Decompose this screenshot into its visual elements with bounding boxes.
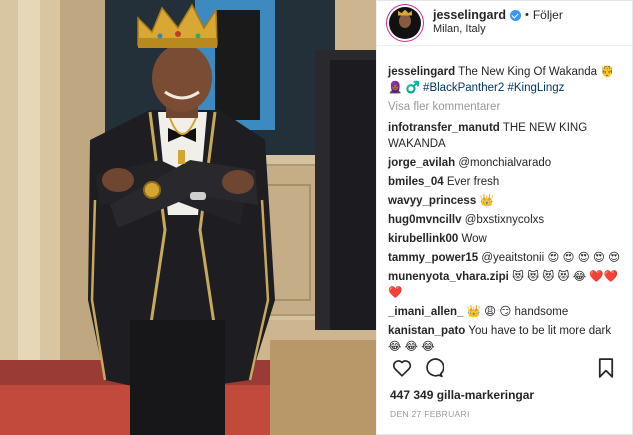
comment-username[interactable]: infotransfer_manutd — [388, 122, 500, 134]
post-photo[interactable] — [0, 0, 376, 435]
hashtag-link[interactable]: #BlackPanther2 — [423, 82, 504, 94]
comment-item: infotransfer_manutd THE NEW KING WAKANDA — [388, 120, 624, 152]
comment-username[interactable]: hug0mvncillv — [388, 214, 462, 226]
comment-text: Wow — [461, 233, 487, 245]
comment-item: jorge_avilah @monchialvarado — [388, 155, 624, 171]
comment-item: tammy_power15 @yeaitstonii 😍 😍 😍 😍 😍 — [388, 250, 624, 266]
comment-text: Ever fresh — [446, 176, 500, 188]
crown-icon — [398, 9, 412, 16]
heart-icon[interactable] — [392, 358, 412, 377]
likes-count[interactable]: 447 349 gilla-markeringar — [390, 388, 534, 402]
caption-emoji: 🧕🏾 ♂️ — [388, 82, 420, 94]
comment-item: wavyy_princess 👑 — [388, 193, 624, 209]
caption-username[interactable]: jesselingard — [388, 66, 455, 78]
speech-bubble-icon[interactable] — [424, 358, 444, 378]
header-row: jesselingard • Följer — [433, 8, 563, 24]
comments-list: jesselingard The New King Of Wakanda 🤴 🧕… — [388, 64, 624, 358]
avatar[interactable] — [389, 6, 421, 39]
follow-button[interactable]: Följer — [533, 8, 563, 23]
comment-username[interactable]: kirubellink00 — [388, 233, 458, 245]
comment-username[interactable]: munenyota_vhara.zipi — [388, 271, 509, 283]
header-info: jesselingard • Följer Milan, Italy — [433, 8, 563, 37]
hashtag-link[interactable]: #KingLingz — [507, 82, 564, 94]
comment-item: bmiles_04 Ever fresh — [388, 174, 624, 190]
caption-text: The New King Of Wakanda 🤴 — [458, 66, 615, 78]
post-image — [0, 0, 376, 435]
avatar-head-shape — [399, 13, 411, 28]
comment-item: hug0mvncillv @bxstixnycolxs — [388, 212, 624, 228]
comment-username[interactable]: tammy_power15 — [388, 252, 478, 264]
verified-badge-icon — [509, 10, 521, 22]
comment-text: 👑 😩 😏 handsome — [466, 306, 569, 318]
post-date[interactable]: DEN 27 FEBRUARI — [390, 409, 470, 419]
comment-username[interactable]: bmiles_04 — [388, 176, 444, 188]
comment-username[interactable]: wavyy_princess — [388, 195, 476, 207]
username-link[interactable]: jesselingard — [433, 8, 506, 24]
comment-username[interactable]: jorge_avilah — [388, 157, 455, 169]
comment-text[interactable]: @bxstixnycolxs — [465, 214, 544, 226]
comment-text: 👑 — [479, 195, 494, 207]
comment-text[interactable]: @monchialvarado — [458, 157, 551, 169]
more-comments-link[interactable]: Visa fler kommentarer — [388, 99, 624, 115]
bookmark-icon[interactable] — [598, 358, 614, 378]
location-link[interactable]: Milan, Italy — [433, 23, 563, 37]
comment-username[interactable]: _imani_allen_ — [388, 306, 463, 318]
comment-item: _imani_allen_ 👑 😩 😏 handsome — [388, 304, 624, 320]
comment-text: @yeaitstonii 😍 😍 😍 😍 😍 — [481, 252, 621, 264]
comment-item: munenyota_vhara.zipi 😻 😻 😻 😻 😂 ❤️❤️❤️ — [388, 269, 624, 301]
comment-item: kirubellink00 Wow — [388, 231, 624, 247]
action-bar — [388, 358, 620, 384]
caption: jesselingard The New King Of Wakanda 🤴 🧕… — [388, 64, 624, 96]
separator-dot: • — [524, 8, 529, 21]
comment-username[interactable]: kanistan_pato — [388, 325, 465, 337]
comment-item: kanistan_pato You have to be lit more da… — [388, 323, 624, 355]
post-header: jesselingard • Följer Milan, Italy — [377, 0, 633, 46]
